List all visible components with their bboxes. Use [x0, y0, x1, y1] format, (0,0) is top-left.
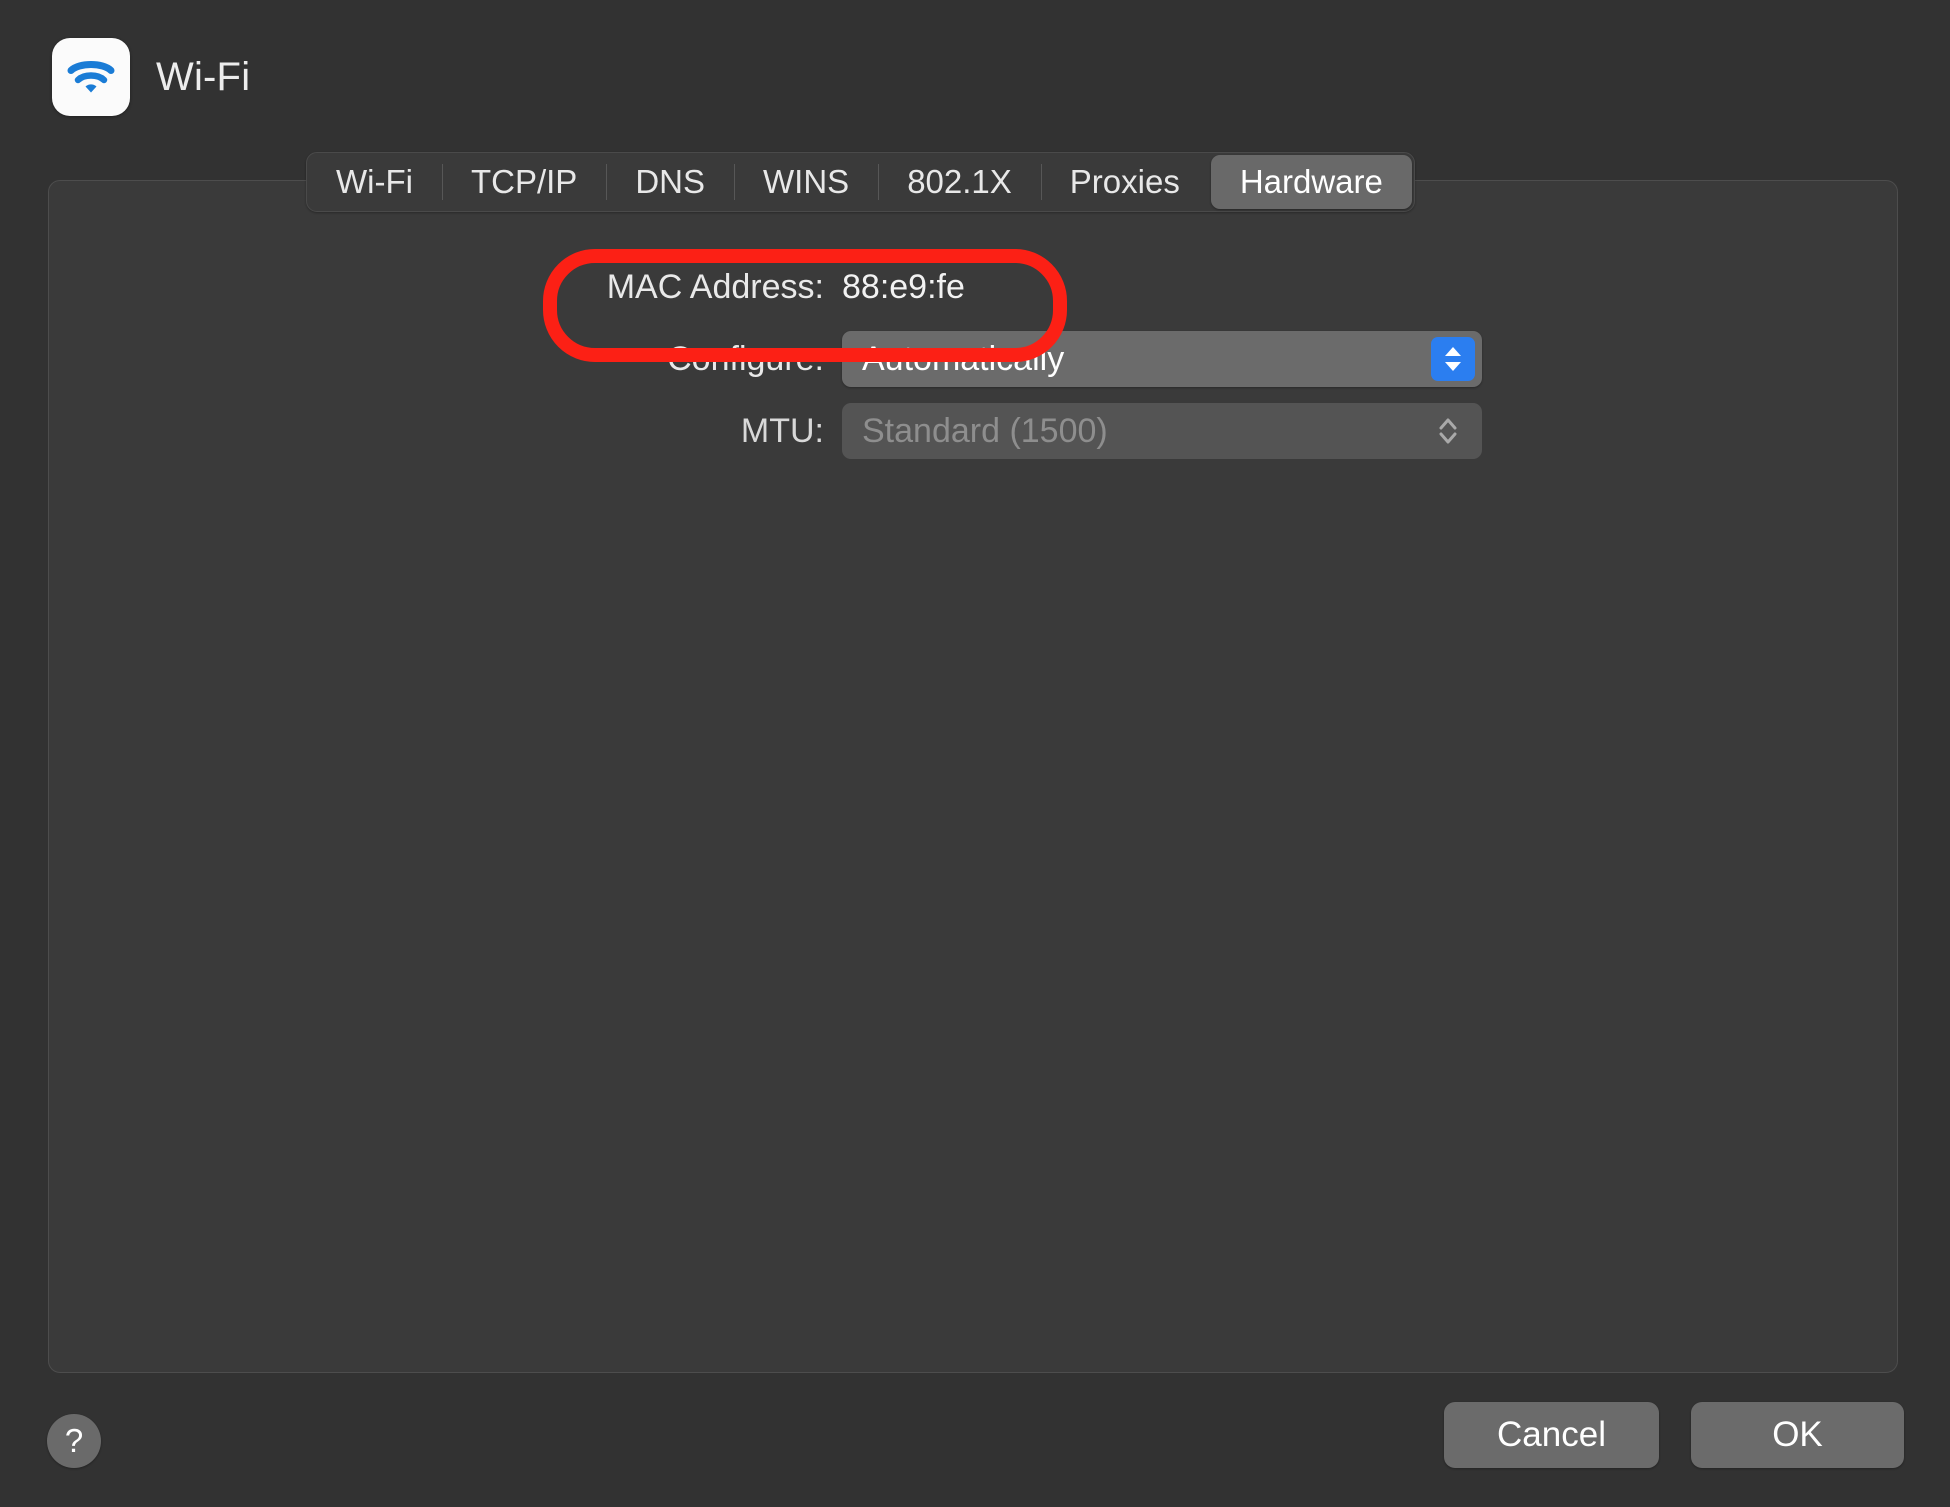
tab-bar: Wi-Fi TCP/IP DNS WINS 802.1X Proxies Har… — [306, 152, 1415, 212]
mac-address-label: MAC Address: — [606, 267, 824, 306]
chevron-up-down-icon — [1431, 337, 1475, 381]
tab-wins[interactable]: WINS — [734, 153, 878, 211]
ok-button[interactable]: OK — [1691, 1402, 1904, 1468]
mac-address-value: 88:e9:fe — [842, 267, 965, 306]
tab-label: Wi-Fi — [336, 163, 413, 200]
tab-label: DNS — [635, 163, 706, 200]
chevron-up-down-icon — [1426, 409, 1470, 453]
mtu-label: MTU: — [740, 411, 824, 450]
page-title: Wi-Fi — [156, 54, 251, 99]
help-button[interactable]: ? — [47, 1414, 101, 1468]
configure-popup-value: Automatically — [862, 339, 1065, 378]
mac-address-row: MAC Address: 88:e9:fe — [49, 259, 1897, 315]
cancel-button[interactable]: Cancel — [1444, 1402, 1659, 1468]
tab-label: WINS — [763, 163, 850, 200]
tab-8021x[interactable]: 802.1X — [878, 153, 1041, 211]
tab-label: Hardware — [1239, 163, 1383, 200]
tab-hardware[interactable]: Hardware — [1210, 155, 1412, 209]
tab-wifi[interactable]: Wi-Fi — [307, 153, 442, 211]
mtu-popup-value: Standard (1500) — [862, 411, 1108, 450]
tab-label: TCP/IP — [470, 163, 578, 200]
mtu-popup-button[interactable]: Standard (1500) — [842, 403, 1482, 459]
tab-proxies[interactable]: Proxies — [1040, 153, 1209, 211]
configure-label: Configure: — [667, 339, 824, 378]
mtu-row: MTU: Standard (1500) — [49, 403, 1897, 459]
tab-label: Proxies — [1069, 163, 1180, 200]
content-panel: MAC Address: 88:e9:fe Configure: Automat… — [48, 180, 1898, 1373]
wifi-icon — [52, 38, 130, 116]
configure-popup-button[interactable]: Automatically — [842, 331, 1482, 387]
configure-row: Configure: Automatically — [49, 331, 1897, 387]
tab-label: 802.1X — [907, 163, 1012, 200]
tab-tcpip[interactable]: TCP/IP — [441, 153, 606, 211]
hardware-form: MAC Address: 88:e9:fe Configure: Automat… — [49, 259, 1897, 475]
tab-dns[interactable]: DNS — [606, 153, 734, 211]
window-header: Wi-Fi — [52, 38, 250, 116]
